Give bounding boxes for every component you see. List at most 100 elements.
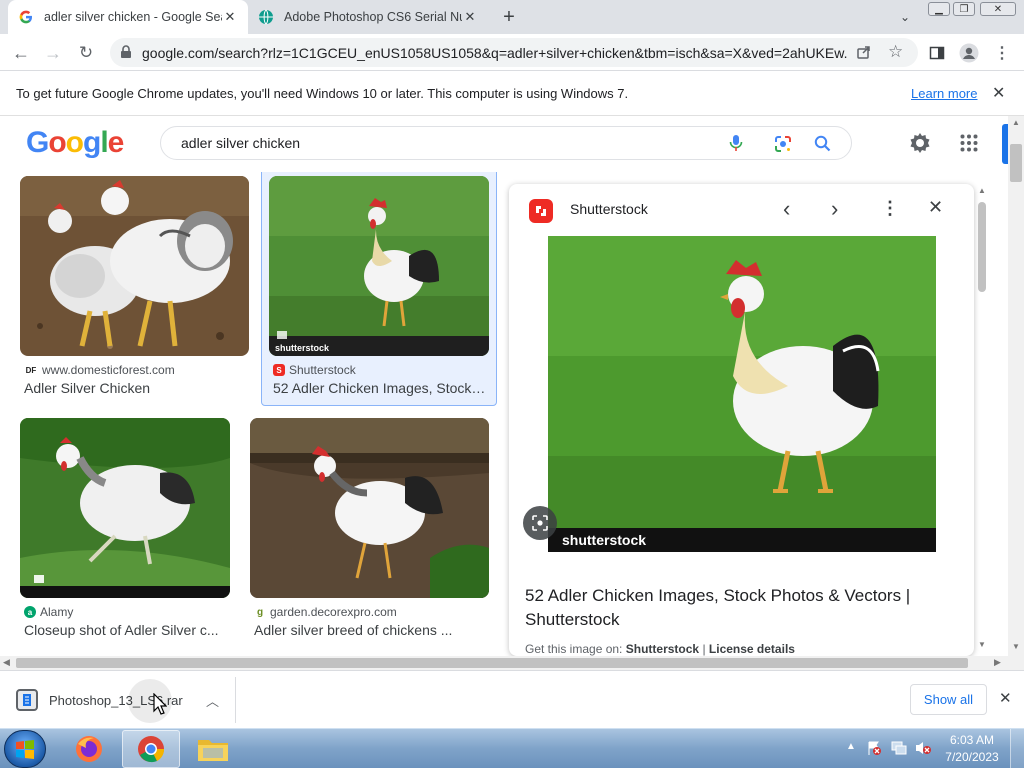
result-image-decorexpro[interactable] — [250, 418, 489, 598]
next-chevron-icon[interactable]: › — [831, 196, 838, 222]
url-text[interactable]: google.com/search?rlz=1C1GCEU_enUS1058US… — [142, 45, 847, 61]
separator: | — [702, 642, 706, 656]
more-options-icon[interactable]: ⋮ — [881, 198, 899, 219]
google-g-icon — [18, 9, 34, 25]
lens-search-icon[interactable] — [523, 506, 557, 540]
get-image-prefix: Get this image on: — [525, 642, 623, 656]
scroll-down-arrow-icon[interactable]: ▼ — [1012, 642, 1020, 651]
lock-icon[interactable] — [120, 45, 132, 64]
decorexpro-favicon-icon: g — [256, 606, 264, 618]
tab-search-chevron-icon[interactable]: ⌄ — [896, 8, 914, 26]
result-image-domesticforest[interactable] — [20, 176, 249, 356]
address-bar[interactable]: google.com/search?rlz=1C1GCEU_enUS1058US… — [110, 38, 918, 67]
settings-gear-icon[interactable] — [908, 131, 932, 160]
page-horizontal-scrollbar[interactable]: ◀ ▶ — [0, 656, 1008, 670]
minimize-button[interactable]: ▁ — [928, 2, 950, 16]
firefox-taskbar-button[interactable] — [60, 730, 118, 768]
chrome-taskbar-button[interactable] — [122, 730, 180, 768]
scroll-down-arrow-icon[interactable]: ▼ — [978, 640, 986, 649]
learn-more-link[interactable]: Learn more — [911, 86, 977, 101]
scroll-up-arrow-icon[interactable]: ▲ — [978, 186, 986, 195]
search-input[interactable]: adler silver chicken — [181, 135, 300, 151]
result-caption[interactable]: Adler silver breed of chickens ... — [254, 622, 489, 638]
result-source[interactable]: a Alamy — [24, 605, 73, 619]
microphone-icon[interactable] — [729, 134, 743, 157]
image-preview-panel: Shutterstock ‹ › ⋮ ✕ shutterstock 52 Adl… — [509, 184, 974, 656]
close-tab-icon[interactable]: ✕ — [462, 9, 478, 25]
previous-chevron-icon[interactable]: ‹ — [783, 196, 790, 222]
get-image-line: Get this image on: Shutterstock | Licens… — [525, 642, 795, 656]
close-panel-icon[interactable]: ✕ — [928, 197, 943, 218]
share-icon[interactable] — [856, 44, 872, 65]
shutterstock-watermark: shutterstock — [275, 343, 330, 353]
domesticforest-favicon-icon: DF — [25, 365, 37, 375]
back-arrow-icon[interactable]: ← — [9, 41, 33, 65]
google-logo[interactable]: Google — [26, 126, 124, 160]
tab-photoshop[interactable]: Adobe Photoshop CS6 Serial Nu ✕ — [248, 0, 488, 34]
chrome-menu-icon[interactable]: ⋮ — [990, 41, 1014, 65]
panel-source-name[interactable]: Shutterstock — [570, 201, 648, 217]
shutterstock-favicon-icon: S — [273, 364, 285, 376]
panel-preview-image[interactable]: shutterstock — [548, 236, 936, 552]
result-caption[interactable]: 52 Adler Chicken Images, Stock… — [273, 380, 488, 396]
get-image-source-link[interactable]: Shutterstock — [626, 642, 699, 656]
side-panel-icon[interactable] — [925, 41, 949, 65]
shutterstock-logo-icon — [529, 199, 553, 223]
download-item[interactable]: Photoshop_13_LS6.rar ︿ — [8, 677, 236, 723]
result-image-alamy[interactable] — [20, 418, 230, 598]
download-options-chevron-icon[interactable]: ︿ — [206, 691, 219, 710]
clock-date[interactable]: 7/20/2023 — [943, 750, 1001, 764]
tab-title: Adobe Photoshop CS6 Serial Nu — [284, 10, 462, 24]
windows-logo-icon — [16, 740, 34, 759]
restore-button[interactable]: ❐ — [953, 2, 975, 16]
show-all-button[interactable]: Show all — [910, 684, 987, 715]
volume-muted-icon[interactable] — [914, 740, 932, 761]
folder-icon — [198, 740, 228, 761]
panel-scrollbar-thumb[interactable] — [978, 202, 986, 292]
close-window-button[interactable]: ✕ — [980, 2, 1016, 16]
scroll-up-arrow-icon[interactable]: ▲ — [1012, 118, 1020, 127]
result-image-shutterstock[interactable]: shutterstock — [269, 176, 489, 356]
update-infobar: To get future Google Chrome updates, you… — [0, 71, 1024, 116]
page-vertical-scrollbar[interactable]: ▲ ▼ — [1008, 116, 1024, 670]
scroll-right-arrow-icon[interactable]: ▶ — [994, 657, 1001, 668]
close-tab-icon[interactable]: ✕ — [222, 9, 238, 25]
profile-avatar-icon[interactable] — [957, 41, 981, 65]
action-center-flag-icon[interactable] — [866, 740, 882, 761]
mouse-cursor-icon — [153, 693, 167, 715]
alamy-favicon-icon: a — [24, 606, 36, 618]
close-infobar-icon[interactable]: ✕ — [992, 83, 1005, 103]
search-icon[interactable] — [814, 135, 831, 157]
show-hidden-icons-arrow-icon[interactable]: ▲ — [846, 741, 856, 752]
panel-scrollbar[interactable]: ▲ ▼ — [976, 186, 988, 654]
tab-strip: adler silver chicken - Google Sea ✕ Adob… — [0, 0, 1024, 34]
new-tab-button[interactable]: + — [498, 6, 520, 28]
google-lens-icon[interactable] — [773, 134, 793, 159]
close-download-bar-icon[interactable]: ✕ — [999, 689, 1012, 707]
google-apps-icon[interactable] — [960, 134, 978, 157]
globe-icon — [258, 9, 274, 25]
reload-icon[interactable]: ↻ — [74, 41, 98, 65]
panel-title[interactable]: 52 Adler Chicken Images, Stock Photos & … — [525, 584, 945, 632]
horizontal-scrollbar-thumb[interactable] — [16, 658, 968, 668]
clock-time[interactable]: 6:03 AM — [945, 733, 999, 747]
result-caption[interactable]: Adler Silver Chicken — [24, 380, 249, 396]
search-box[interactable]: adler silver chicken — [160, 126, 852, 160]
explorer-taskbar-button[interactable] — [184, 730, 242, 768]
result-source[interactable]: S Shutterstock — [273, 363, 356, 377]
result-source[interactable]: g garden.decorexpro.com — [254, 605, 397, 619]
scroll-left-arrow-icon[interactable]: ◀ — [3, 657, 10, 668]
show-desktop-button[interactable] — [1010, 729, 1024, 769]
result-source[interactable]: DF www.domesticforest.com — [24, 363, 175, 377]
google-header: Google adler silver chicken — [0, 116, 1008, 172]
vertical-scrollbar-thumb[interactable] — [1010, 144, 1022, 182]
start-button[interactable] — [4, 730, 46, 768]
license-details-link[interactable]: License details — [709, 642, 795, 656]
forward-arrow-icon[interactable]: → — [41, 41, 65, 65]
browser-toolbar: ← → ↻ google.com/search?rlz=1C1GCEU_enUS… — [0, 34, 1024, 71]
bookmark-star-icon[interactable]: ☆ — [888, 42, 903, 62]
network-icon[interactable] — [890, 740, 908, 761]
tab-google-search[interactable]: adler silver chicken - Google Sea ✕ — [8, 0, 248, 34]
result-caption[interactable]: Closeup shot of Adler Silver c... — [24, 622, 230, 638]
result-source-text: www.domesticforest.com — [42, 363, 175, 377]
